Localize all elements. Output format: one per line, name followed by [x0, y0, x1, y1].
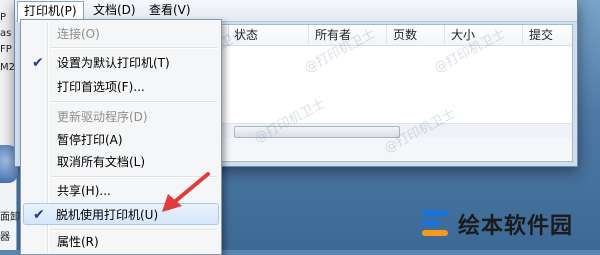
- edge-text: P: [0, 12, 7, 23]
- column-header-status[interactable]: 状态: [228, 25, 309, 45]
- column-header-size[interactable]: 大小: [445, 25, 523, 45]
- column-header-pages[interactable]: 页数: [387, 25, 445, 45]
- menu-item-update-driver[interactable]: 更新驱动程序(D): [23, 106, 219, 128]
- printer-menu-dropdown: 连接(O) ✔ 设置为默认打印机(T) 打印首选项(F)... 更新驱动程序(D…: [20, 19, 222, 255]
- menu-item-label: 脱机使用打印机(U): [56, 208, 159, 222]
- menu-separator: [51, 47, 217, 49]
- annotation-arrow-icon: [162, 172, 210, 212]
- menu-separator: [51, 101, 217, 103]
- menu-item-connect[interactable]: 连接(O): [23, 23, 219, 45]
- edge-text: 器: [0, 232, 10, 243]
- menu-item-printing-preferences[interactable]: 打印首选项(F)...: [23, 76, 219, 98]
- check-icon: ✔: [32, 55, 44, 71]
- edge-text: FP: [0, 44, 12, 55]
- edge-text: as: [0, 28, 12, 39]
- edge-text: 面卸: [0, 212, 20, 223]
- logo-icon: [422, 210, 448, 236]
- scrollbar-thumb[interactable]: [234, 126, 400, 138]
- menu-item-pause-printing[interactable]: 暂停打印(A): [23, 129, 219, 151]
- site-logo: 绘本软件园: [418, 203, 596, 243]
- menu-item-label: 打印首选项(F)...: [57, 80, 145, 94]
- check-icon: ✔: [33, 207, 45, 223]
- column-header-submitted[interactable]: 提交: [523, 25, 578, 45]
- logo-text: 绘本软件园: [458, 214, 574, 239]
- menu-item-label: 暂停打印(A): [57, 133, 123, 147]
- menu-item-set-default[interactable]: ✔ 设置为默认打印机(T): [23, 52, 219, 74]
- edge-text: M2: [0, 62, 15, 73]
- menu-item-label: 更新驱动程序(D): [57, 110, 148, 124]
- menu-document[interactable]: 文档(D): [87, 1, 142, 20]
- menu-item-label: 共享(H)...: [57, 184, 111, 198]
- menu-item-label: 连接(O): [57, 27, 100, 41]
- menu-item-label: 取消所有文档(L): [57, 155, 146, 169]
- column-header-owner[interactable]: 所有者: [309, 25, 387, 45]
- menu-item-label: 设置为默认打印机(T): [57, 56, 170, 70]
- menu-view[interactable]: 查看(V): [143, 1, 197, 20]
